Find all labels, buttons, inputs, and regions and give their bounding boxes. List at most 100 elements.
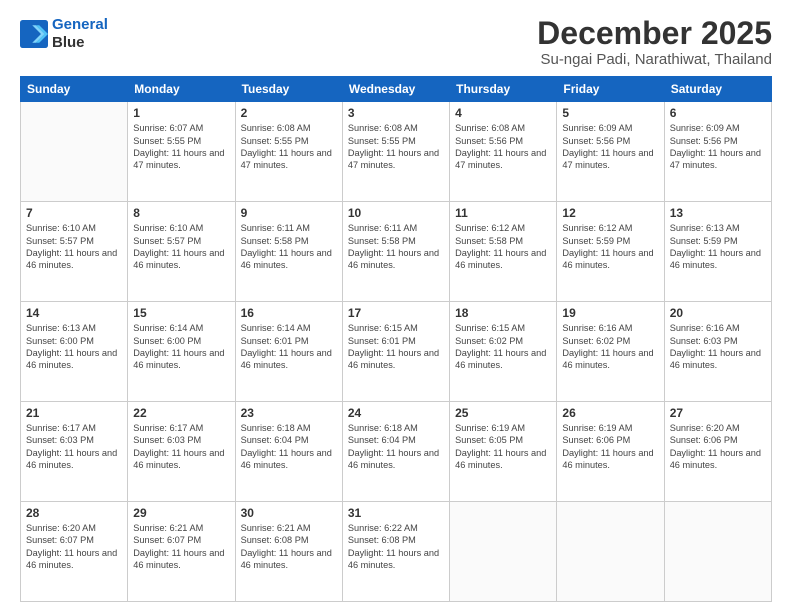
cell-info: Sunrise: 6:09 AMSunset: 5:56 PMDaylight:…	[562, 122, 658, 172]
cell-info: Sunrise: 6:19 AMSunset: 6:06 PMDaylight:…	[562, 422, 658, 472]
page: General Blue December 2025 Su-ngai Padi,…	[0, 0, 792, 612]
cell-date: 29	[133, 506, 229, 520]
calendar-cell: 17 Sunrise: 6:15 AMSunset: 6:01 PMDayligh…	[342, 302, 449, 402]
cell-info: Sunrise: 6:09 AMSunset: 5:56 PMDaylight:…	[670, 122, 766, 172]
calendar-week-0: 1 Sunrise: 6:07 AMSunset: 5:55 PMDaylight…	[21, 102, 772, 202]
calendar-cell	[21, 102, 128, 202]
calendar-cell: 26 Sunrise: 6:19 AMSunset: 6:06 PMDayligh…	[557, 402, 664, 502]
cell-date: 4	[455, 106, 551, 120]
calendar-cell: 28 Sunrise: 6:20 AMSunset: 6:07 PMDayligh…	[21, 502, 128, 602]
calendar-cell: 1 Sunrise: 6:07 AMSunset: 5:55 PMDaylight…	[128, 102, 235, 202]
cell-date: 5	[562, 106, 658, 120]
calendar-header-monday: Monday	[128, 77, 235, 102]
cell-date: 19	[562, 306, 658, 320]
cell-info: Sunrise: 6:15 AMSunset: 6:01 PMDaylight:…	[348, 322, 444, 372]
cell-info: Sunrise: 6:21 AMSunset: 6:08 PMDaylight:…	[241, 522, 337, 572]
calendar-cell: 20 Sunrise: 6:16 AMSunset: 6:03 PMDayligh…	[664, 302, 771, 402]
cell-date: 1	[133, 106, 229, 120]
cell-info: Sunrise: 6:12 AMSunset: 5:58 PMDaylight:…	[455, 222, 551, 272]
calendar-cell: 23Sunrise: 6:18 AMSunset: 6:04 PMDayligh…	[235, 402, 342, 502]
cell-info: Sunrise: 6:20 AMSunset: 6:06 PMDaylight:…	[670, 422, 766, 472]
calendar-cell: 10 Sunrise: 6:11 AMSunset: 5:58 PMDayligh…	[342, 202, 449, 302]
cell-date: 7	[26, 206, 122, 220]
calendar-cell: 2Sunrise: 6:08 AMSunset: 5:55 PMDaylight…	[235, 102, 342, 202]
cell-info: Sunrise: 6:16 AMSunset: 6:03 PMDaylight:…	[670, 322, 766, 372]
calendar-week-1: 7 Sunrise: 6:10 AMSunset: 5:57 PMDaylight…	[21, 202, 772, 302]
calendar-cell: 5 Sunrise: 6:09 AMSunset: 5:56 PMDaylight…	[557, 102, 664, 202]
calendar-cell	[450, 502, 557, 602]
cell-date: 10	[348, 206, 444, 220]
calendar-cell: 4 Sunrise: 6:08 AMSunset: 5:56 PMDaylight…	[450, 102, 557, 202]
cell-info: Sunrise: 6:14 AMSunset: 6:00 PMDaylight:…	[133, 322, 229, 372]
cell-info: Sunrise: 6:13 AMSunset: 5:59 PMDaylight:…	[670, 222, 766, 272]
cell-date: 28	[26, 506, 122, 520]
cell-info: Sunrise: 6:19 AMSunset: 6:05 PMDaylight:…	[455, 422, 551, 472]
cell-date: 18	[455, 306, 551, 320]
calendar-cell: 18Sunrise: 6:15 AMSunset: 6:02 PMDayligh…	[450, 302, 557, 402]
cell-date: 30	[241, 506, 337, 520]
calendar-cell: 11Sunrise: 6:12 AMSunset: 5:58 PMDayligh…	[450, 202, 557, 302]
cell-info: Sunrise: 6:22 AMSunset: 6:08 PMDaylight:…	[348, 522, 444, 572]
cell-info: Sunrise: 6:21 AMSunset: 6:07 PMDaylight:…	[133, 522, 229, 572]
cell-date: 25	[455, 406, 551, 420]
cell-info: Sunrise: 6:07 AMSunset: 5:55 PMDaylight:…	[133, 122, 229, 172]
cell-date: 27	[670, 406, 766, 420]
cell-info: Sunrise: 6:12 AMSunset: 5:59 PMDaylight:…	[562, 222, 658, 272]
calendar-cell: 19 Sunrise: 6:16 AMSunset: 6:02 PMDayligh…	[557, 302, 664, 402]
calendar-header-saturday: Saturday	[664, 77, 771, 102]
logo-line2: Blue	[52, 34, 108, 52]
calendar-cell: 14 Sunrise: 6:13 AMSunset: 6:00 PMDayligh…	[21, 302, 128, 402]
cell-date: 31	[348, 506, 444, 520]
cell-date: 14	[26, 306, 122, 320]
calendar-table: SundayMondayTuesdayWednesdayThursdayFrid…	[20, 76, 772, 602]
cell-date: 8	[133, 206, 229, 220]
cell-info: Sunrise: 6:10 AMSunset: 5:57 PMDaylight:…	[133, 222, 229, 272]
calendar-cell: 12Sunrise: 6:12 AMSunset: 5:59 PMDayligh…	[557, 202, 664, 302]
cell-date: 26	[562, 406, 658, 420]
cell-date: 13	[670, 206, 766, 220]
cell-date: 17	[348, 306, 444, 320]
cell-info: Sunrise: 6:18 AMSunset: 6:04 PMDaylight:…	[241, 422, 337, 472]
cell-info: Sunrise: 6:20 AMSunset: 6:07 PMDaylight:…	[26, 522, 122, 572]
calendar-cell: 22 Sunrise: 6:17 AMSunset: 6:03 PMDayligh…	[128, 402, 235, 502]
cell-info: Sunrise: 6:18 AMSunset: 6:04 PMDaylight:…	[348, 422, 444, 472]
cell-date: 20	[670, 306, 766, 320]
calendar-cell: 15Sunrise: 6:14 AMSunset: 6:00 PMDayligh…	[128, 302, 235, 402]
cell-info: Sunrise: 6:13 AMSunset: 6:00 PMDaylight:…	[26, 322, 122, 372]
calendar-header-sunday: Sunday	[21, 77, 128, 102]
cell-info: Sunrise: 6:14 AMSunset: 6:01 PMDaylight:…	[241, 322, 337, 372]
calendar-header-wednesday: Wednesday	[342, 77, 449, 102]
cell-info: Sunrise: 6:16 AMSunset: 6:02 PMDaylight:…	[562, 322, 658, 372]
cell-date: 22	[133, 406, 229, 420]
calendar-cell: 30 Sunrise: 6:21 AMSunset: 6:08 PMDayligh…	[235, 502, 342, 602]
calendar-cell: 27 Sunrise: 6:20 AMSunset: 6:06 PMDayligh…	[664, 402, 771, 502]
cell-info: Sunrise: 6:17 AMSunset: 6:03 PMDaylight:…	[26, 422, 122, 472]
cell-info: Sunrise: 6:11 AMSunset: 5:58 PMDaylight:…	[348, 222, 444, 272]
logo-text: General Blue	[52, 16, 108, 52]
calendar-cell: 7Sunrise: 6:10 AMSunset: 5:57 PMDaylight…	[21, 202, 128, 302]
cell-date: 21	[26, 406, 122, 420]
calendar-cell: 13 Sunrise: 6:13 AMSunset: 5:59 PMDayligh…	[664, 202, 771, 302]
calendar-week-3: 21 Sunrise: 6:17 AMSunset: 6:03 PMDayligh…	[21, 402, 772, 502]
calendar-cell: 3Sunrise: 6:08 AMSunset: 5:55 PMDaylight…	[342, 102, 449, 202]
calendar-cell: 16 Sunrise: 6:14 AMSunset: 6:01 PMDayligh…	[235, 302, 342, 402]
header: General Blue December 2025 Su-ngai Padi,…	[20, 16, 772, 68]
cell-info: Sunrise: 6:08 AMSunset: 5:55 PMDaylight:…	[241, 122, 337, 172]
calendar-header-row: SundayMondayTuesdayWednesdayThursdayFrid…	[21, 77, 772, 102]
calendar-cell: 9Sunrise: 6:11 AMSunset: 5:58 PMDaylight…	[235, 202, 342, 302]
calendar-header-tuesday: Tuesday	[235, 77, 342, 102]
calendar-cell	[557, 502, 664, 602]
subtitle: Su-ngai Padi, Narathiwat, Thailand	[537, 51, 772, 68]
cell-info: Sunrise: 6:17 AMSunset: 6:03 PMDaylight:…	[133, 422, 229, 472]
calendar-header-thursday: Thursday	[450, 77, 557, 102]
logo-icon	[20, 20, 48, 48]
cell-info: Sunrise: 6:08 AMSunset: 5:55 PMDaylight:…	[348, 122, 444, 172]
calendar-cell	[664, 502, 771, 602]
cell-info: Sunrise: 6:08 AMSunset: 5:56 PMDaylight:…	[455, 122, 551, 172]
calendar-cell: 25 Sunrise: 6:19 AMSunset: 6:05 PMDayligh…	[450, 402, 557, 502]
cell-date: 16	[241, 306, 337, 320]
calendar-cell: 24Sunrise: 6:18 AMSunset: 6:04 PMDayligh…	[342, 402, 449, 502]
calendar-cell: 21 Sunrise: 6:17 AMSunset: 6:03 PMDayligh…	[21, 402, 128, 502]
cell-date: 6	[670, 106, 766, 120]
calendar-cell: 8 Sunrise: 6:10 AMSunset: 5:57 PMDaylight…	[128, 202, 235, 302]
